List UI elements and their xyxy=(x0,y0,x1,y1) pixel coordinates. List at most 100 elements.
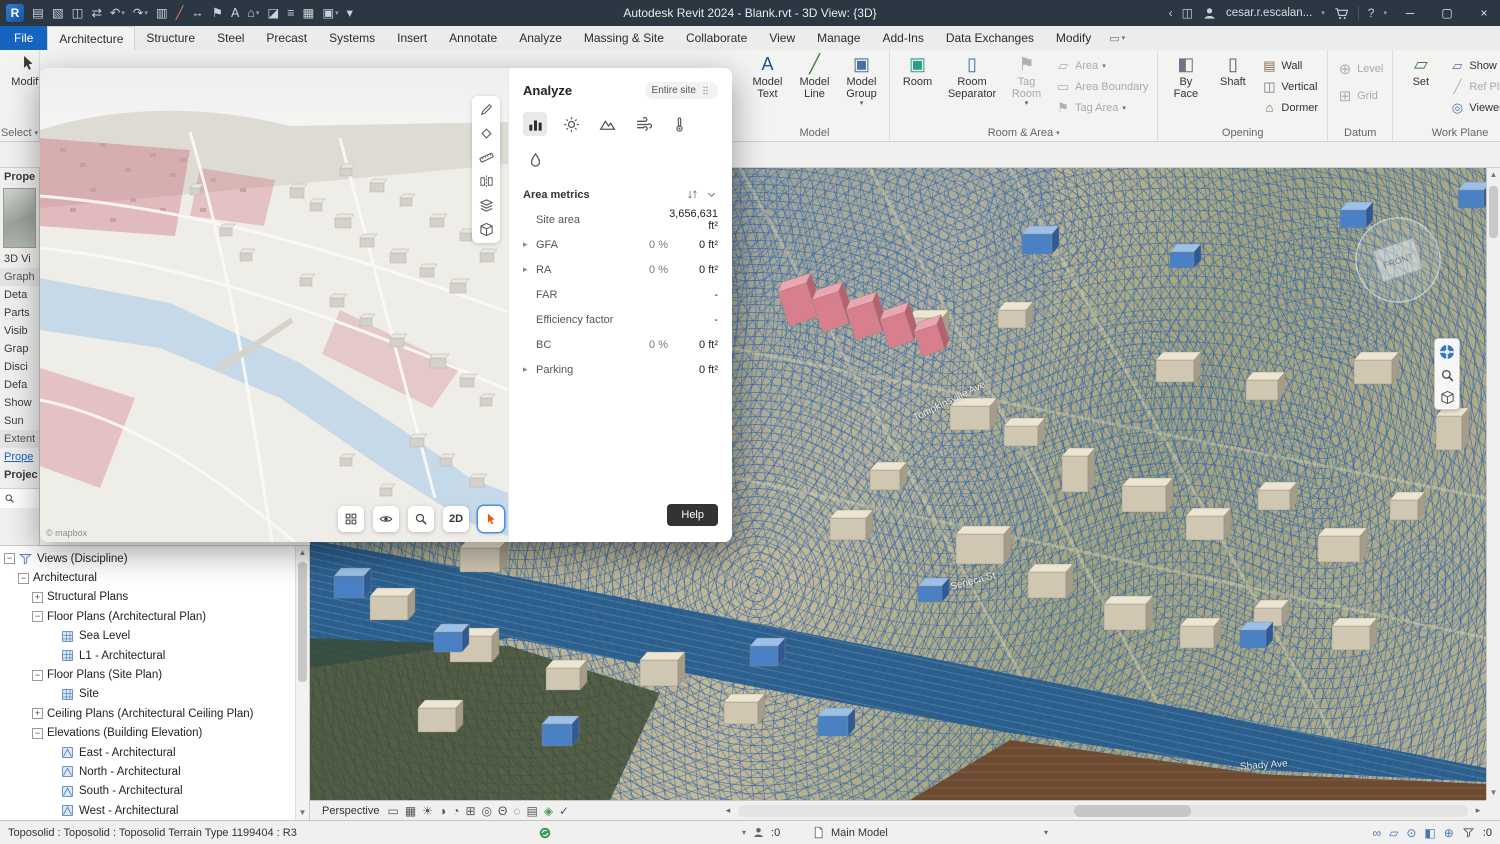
model-text-button[interactable]: AModel Text xyxy=(744,52,791,125)
crop-region-icon[interactable]: ⊞ xyxy=(465,805,475,817)
browser-tree-item[interactable]: +Structural Plans xyxy=(4,588,309,607)
browser-scrollbar[interactable]: ▲ ▼ xyxy=(295,546,309,820)
aligned-dimension-icon[interactable]: ↔ xyxy=(191,7,204,20)
scroll-down-icon[interactable]: ▼ xyxy=(1487,786,1500,800)
drag-on-selection-icon[interactable]: ⊕ xyxy=(1444,827,1454,839)
forma-map-view[interactable] xyxy=(40,68,508,542)
tab-modify[interactable]: Modify xyxy=(1045,26,1102,50)
text-icon[interactable]: A xyxy=(231,7,239,20)
save-icon[interactable]: ◫ xyxy=(72,7,84,20)
scroll-right-icon[interactable]: ▸ xyxy=(1470,805,1486,816)
expand-icon[interactable]: ▸ xyxy=(523,364,536,375)
dormer-button[interactable]: ⌂Dormer xyxy=(1258,97,1321,118)
draw-tool-icon[interactable] xyxy=(479,102,494,117)
properties-help-link[interactable]: Prope xyxy=(0,448,39,466)
horizontal-scrollbar[interactable]: ◂ ▸ xyxy=(720,800,1486,820)
tab-view[interactable]: View xyxy=(758,26,806,50)
thermal-comfort-icon[interactable] xyxy=(667,112,691,136)
area-boundary-button[interactable]: ▭Area Boundary xyxy=(1052,76,1151,97)
scroll-up-icon[interactable]: ▲ xyxy=(1487,168,1500,182)
model-line-button[interactable]: ╱Model Line xyxy=(791,52,838,125)
browser-tree-item[interactable]: North - Architectural xyxy=(4,762,309,781)
measure-tool-icon[interactable] xyxy=(479,150,494,165)
viewer-button[interactable]: ◎Viewer xyxy=(1446,97,1500,118)
layers-tool-icon[interactable] xyxy=(479,198,494,213)
print-icon[interactable]: ▥ xyxy=(156,7,168,20)
active-model-label[interactable]: Main Model xyxy=(831,827,888,839)
chevron-down-icon[interactable] xyxy=(705,188,718,201)
chevron-down-icon[interactable]: ▾ xyxy=(742,828,746,837)
scroll-down-icon[interactable]: ▼ xyxy=(296,806,309,820)
select-by-face-icon[interactable]: ◧ xyxy=(1424,827,1435,839)
grid-button[interactable]: ⊞Grid xyxy=(1334,82,1386,109)
daylight-analysis-icon[interactable] xyxy=(595,112,619,136)
browser-tree-item[interactable]: Site xyxy=(4,685,309,704)
tab-massing-site[interactable]: Massing & Site xyxy=(573,26,675,50)
view-cube[interactable]: FRONT xyxy=(1356,218,1440,302)
tab-annotate[interactable]: Annotate xyxy=(438,26,508,50)
inspect-tool-icon[interactable] xyxy=(479,126,494,141)
chevron-down-icon[interactable]: ▾ xyxy=(1321,9,1325,17)
scope-selector[interactable]: Entire site xyxy=(645,82,718,99)
level-button[interactable]: ⊕Level xyxy=(1334,55,1386,82)
expand-icon[interactable]: + xyxy=(32,592,43,603)
orbit-cube-icon[interactable] xyxy=(1440,390,1455,405)
forma-floating-window[interactable]: 2D © mapbox Analyze Entire site Area met… xyxy=(40,68,732,542)
view-thumbnail[interactable] xyxy=(3,188,36,248)
collapse-icon[interactable]: − xyxy=(32,611,43,622)
tab-data-exchanges[interactable]: Data Exchanges xyxy=(935,26,1045,50)
show-button[interactable]: ▱Show xyxy=(1446,55,1500,76)
collapse-icon[interactable]: − xyxy=(32,728,43,739)
worksharing-status-icon[interactable] xyxy=(538,826,552,840)
room-separator-button[interactable]: ▯Room Separator xyxy=(941,52,1003,125)
wind-analysis-icon[interactable] xyxy=(631,112,655,136)
user-avatar-icon[interactable] xyxy=(1202,6,1217,21)
browser-tree-item[interactable]: West - Architectural xyxy=(4,801,309,820)
help-icon[interactable]: ? xyxy=(1368,6,1375,20)
chevron-down-icon[interactable]: ▾ xyxy=(1383,9,1387,17)
browser-tree-item[interactable]: −Floor Plans (Architectural Plan) xyxy=(4,607,309,626)
shadows-icon[interactable]: ◑ xyxy=(439,805,446,817)
tab-file[interactable]: File xyxy=(0,26,47,50)
filter-icon[interactable] xyxy=(1462,826,1475,839)
forma-map[interactable]: 2D © mapbox xyxy=(40,68,508,542)
collapse-icon[interactable]: − xyxy=(4,553,15,564)
steering-wheel-icon[interactable] xyxy=(1438,343,1456,361)
ref-plane-button[interactable]: ╱Ref Plane xyxy=(1446,76,1500,97)
reveal-hidden-icon[interactable]: ◌ xyxy=(513,805,520,817)
area-button[interactable]: ▱Area▾ xyxy=(1052,55,1151,76)
tab-collaborate[interactable]: Collaborate xyxy=(675,26,758,50)
customize-qat-icon[interactable]: ▾ xyxy=(347,7,353,20)
tag-room-button[interactable]: ⚑Tag Room▾ xyxy=(1003,52,1050,125)
room-button[interactable]: ▣Room xyxy=(894,52,941,125)
tab-systems[interactable]: Systems xyxy=(318,26,386,50)
sort-icon[interactable] xyxy=(686,188,699,201)
browser-tree-item[interactable]: −Views (Discipline) xyxy=(4,549,309,568)
close-hidden-windows-icon[interactable]: ▦ xyxy=(303,7,315,20)
tab-precast[interactable]: Precast xyxy=(255,26,318,50)
wall-button[interactable]: ▤Wall xyxy=(1258,55,1321,76)
volume-tool-icon[interactable] xyxy=(479,222,494,237)
thin-lines-icon[interactable]: ≡ xyxy=(287,7,294,20)
vertical-scrollbar[interactable]: ▲ ▼ xyxy=(1486,168,1500,800)
sun-analysis-icon[interactable] xyxy=(559,112,583,136)
compare-tool-icon[interactable] xyxy=(479,174,494,189)
hide-isolate-icon[interactable]: Θ xyxy=(498,805,507,817)
redo-icon[interactable]: ↷▾ xyxy=(133,7,148,20)
tag-area-button[interactable]: ⚑Tag Area▾ xyxy=(1052,97,1151,118)
select-links-icon[interactable]: ∞ xyxy=(1373,827,1382,839)
section-icon[interactable]: ◪ xyxy=(267,7,279,20)
tab-add-ins[interactable]: Add-Ins xyxy=(871,26,934,50)
reveal-constraints-icon[interactable]: ✓ xyxy=(559,805,569,817)
open-file-icon[interactable]: ▧ xyxy=(52,7,64,20)
editing-requests-icon[interactable] xyxy=(752,826,765,839)
grid-view-button[interactable] xyxy=(338,506,364,532)
tag-by-category-icon[interactable]: ⚑ xyxy=(212,7,223,20)
select-tool-button[interactable] xyxy=(478,506,504,532)
new-file-icon[interactable]: ▤ xyxy=(32,7,44,20)
microclimate-icon[interactable] xyxy=(523,148,547,172)
tab-structure[interactable]: Structure xyxy=(135,26,206,50)
area-metrics-icon[interactable] xyxy=(523,112,547,136)
default-3d-view-icon[interactable]: ⌂▾ xyxy=(247,7,259,20)
browser-tree-item[interactable]: −Elevations (Building Elevation) xyxy=(4,724,309,743)
